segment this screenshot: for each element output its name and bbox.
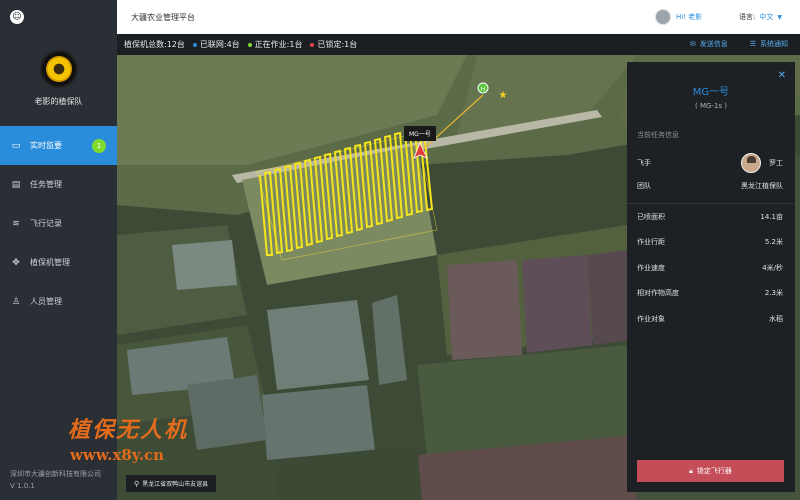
team-name: 老影的植保队 — [34, 97, 83, 106]
team-logo — [39, 50, 78, 88]
pilot-info: 罗工 — [741, 153, 783, 173]
svg-text:H: H — [481, 86, 486, 93]
pilot-label: 飞手 — [637, 159, 651, 167]
language-label: 语言: — [739, 13, 756, 21]
sidebar-nav: ▭ 实时监要 1 ▤ 任务管理 ≋ 飞行记录 ✥ 植保机管理 ♙ 人员管理 — [0, 126, 117, 321]
envelope-icon: ✉ — [689, 40, 696, 48]
red-dot-icon — [310, 42, 315, 47]
stat-row: 作业行距 5.2米 — [627, 230, 795, 256]
stat-label: 已喷面积 — [637, 212, 665, 221]
chevron-down-icon[interactable]: ▼ — [777, 14, 782, 21]
team-value: 黑龙江植保队 — [741, 182, 783, 190]
app-title: 大疆农业管理平台 — [131, 12, 195, 22]
stat-value: 5.2米 — [764, 238, 783, 247]
system-notice-button[interactable]: ☰ 系统通知 — [750, 39, 788, 49]
sidebar-item-label: 人员管理 — [30, 297, 62, 306]
sidebar-top: ☺ — [0, 0, 117, 34]
section-title: 当前任务信息 — [637, 131, 679, 139]
watermark-url: www.x8y.cn — [70, 446, 165, 464]
location-text: 黑龙江省双鸭山市友谊县 — [142, 481, 209, 488]
stat-row: 作业速度 4米/秒 — [627, 255, 795, 281]
stat-row: 作业对象 水稻 — [627, 306, 795, 332]
pilot-row: 飞手 罗工 — [627, 149, 795, 177]
sidebar-item-tasks[interactable]: ▤ 任务管理 — [0, 165, 117, 204]
app-logo-icon[interactable]: ☺ — [10, 10, 24, 24]
drone-total: 植保机总数:12台 — [124, 40, 185, 49]
lock-button-label: 锁定飞行器 — [696, 467, 732, 475]
monitor-icon: ▭ — [11, 140, 21, 151]
header-actions: ✉ 发送信息 ☰ 系统通知 — [668, 39, 788, 49]
stat-value: 14.1亩 — [760, 212, 783, 221]
sidebar-item-label: 植保机管理 — [30, 258, 70, 267]
blue-dot-icon — [192, 42, 197, 47]
sidebar-footer: 深圳市大疆创新科技有限公司 V 1.0.1 — [10, 468, 101, 492]
stat-value: 水稻 — [769, 314, 783, 323]
pilot-name: 罗工 — [769, 159, 783, 167]
avatar[interactable] — [655, 9, 671, 25]
lock-icon: 🔒︎ — [689, 466, 693, 475]
watermark-title: 植保无人机 — [68, 417, 189, 443]
sidebar-item-label: 任务管理 — [30, 180, 62, 189]
language-selector[interactable]: 语言: 中文 ▼ — [739, 12, 782, 22]
sidebar-item-people[interactable]: ♙ 人员管理 — [0, 282, 117, 321]
drone-name: MG一号 — [692, 87, 730, 98]
top-bar: 大疆农业管理平台 Hi! 老影 语言: 中文 ▼ — [117, 0, 800, 34]
version: V 1.0.1 — [10, 482, 35, 490]
status-bar: 植保机总数:12台 已联网:4台 正在作业:1台 已锁定:1台 ✉ 发送信息 ☰ 系… — [117, 34, 800, 55]
sidebar-item-label: 实时监要 — [30, 141, 62, 150]
send-info-button[interactable]: ✉ 发送信息 — [690, 39, 728, 49]
connected-text: 已联网:4台 — [199, 40, 240, 49]
locked-count: 已锁定:1台 — [310, 39, 357, 50]
team-block: 老影的植保队 — [0, 50, 117, 107]
team-row: 团队 黑龙江植保队 — [627, 177, 795, 195]
locked-text: 已锁定:1台 — [317, 40, 358, 49]
star-marker-icon[interactable]: ★ — [499, 90, 508, 101]
drone-map-label[interactable]: MG一号 — [404, 126, 436, 141]
lock-drone-button[interactable]: 🔒︎ 锁定飞行器 — [637, 460, 784, 482]
greeting: Hi! 老影 — [676, 13, 703, 21]
system-notice-label: 系统通知 — [760, 40, 788, 48]
stat-label: 作业行距 — [637, 238, 665, 247]
stat-row: 相对作物高度 2.3米 — [627, 281, 795, 307]
working-count: 正在作业:1台 — [247, 39, 303, 50]
stat-label: 相对作物高度 — [637, 289, 679, 298]
stats-list: 已喷面积 14.1亩 作业行距 5.2米 作业速度 4米/秒 相对作物高度 2.3米 作… — [627, 204, 795, 332]
close-icon[interactable]: ✕ — [778, 70, 786, 81]
company-name: 深圳市大疆创新科技有限公司 — [10, 470, 101, 478]
sidebar-item-drones[interactable]: ✥ 植保机管理 — [0, 243, 117, 282]
connected-count: 已联网:4台 — [192, 39, 240, 50]
stat-label: 作业对象 — [637, 314, 665, 323]
stat-value: 2.3米 — [764, 289, 783, 298]
wifi-icon: ≋ — [12, 218, 20, 229]
map-pin-icon: ⚲ — [134, 479, 140, 488]
drone-detail-panel: ✕ MG一号 ( MG-1s ) 当前任务信息 飞手 罗工 团队 黑龙江植保队 … — [627, 62, 795, 492]
drone-model: ( MG-1s ) — [694, 102, 727, 110]
home-marker-icon[interactable]: H — [477, 82, 489, 94]
sidebar-item-flight-records[interactable]: ≋ 飞行记录 — [0, 204, 117, 243]
drone-icon: ✥ — [12, 257, 20, 268]
list-icon: ☰ — [749, 40, 756, 48]
language-value[interactable]: 中文 — [759, 13, 773, 21]
location-label: ⚲ 黑龙江省双鸭山市友谊县 — [126, 475, 217, 492]
team-label: 团队 — [637, 182, 651, 190]
green-dot-icon — [247, 42, 252, 47]
stat-value: 4米/秒 — [762, 263, 783, 272]
clipboard-icon: ▤ — [11, 179, 21, 190]
working-text: 正在作业:1台 — [254, 40, 303, 49]
sidebar-item-realtime[interactable]: ▭ 实时监要 1 — [0, 126, 117, 165]
stat-row: 已喷面积 14.1亩 — [627, 204, 795, 230]
sidebar-item-label: 飞行记录 — [30, 219, 62, 228]
send-info-label: 发送信息 — [699, 40, 728, 48]
person-icon: ♙ — [11, 296, 21, 307]
pilot-avatar — [741, 153, 761, 173]
user-menu[interactable]: Hi! 老影 — [655, 9, 702, 25]
notification-badge: 1 — [92, 138, 106, 153]
stat-label: 作业速度 — [637, 263, 665, 272]
sunflower-icon — [45, 56, 72, 82]
